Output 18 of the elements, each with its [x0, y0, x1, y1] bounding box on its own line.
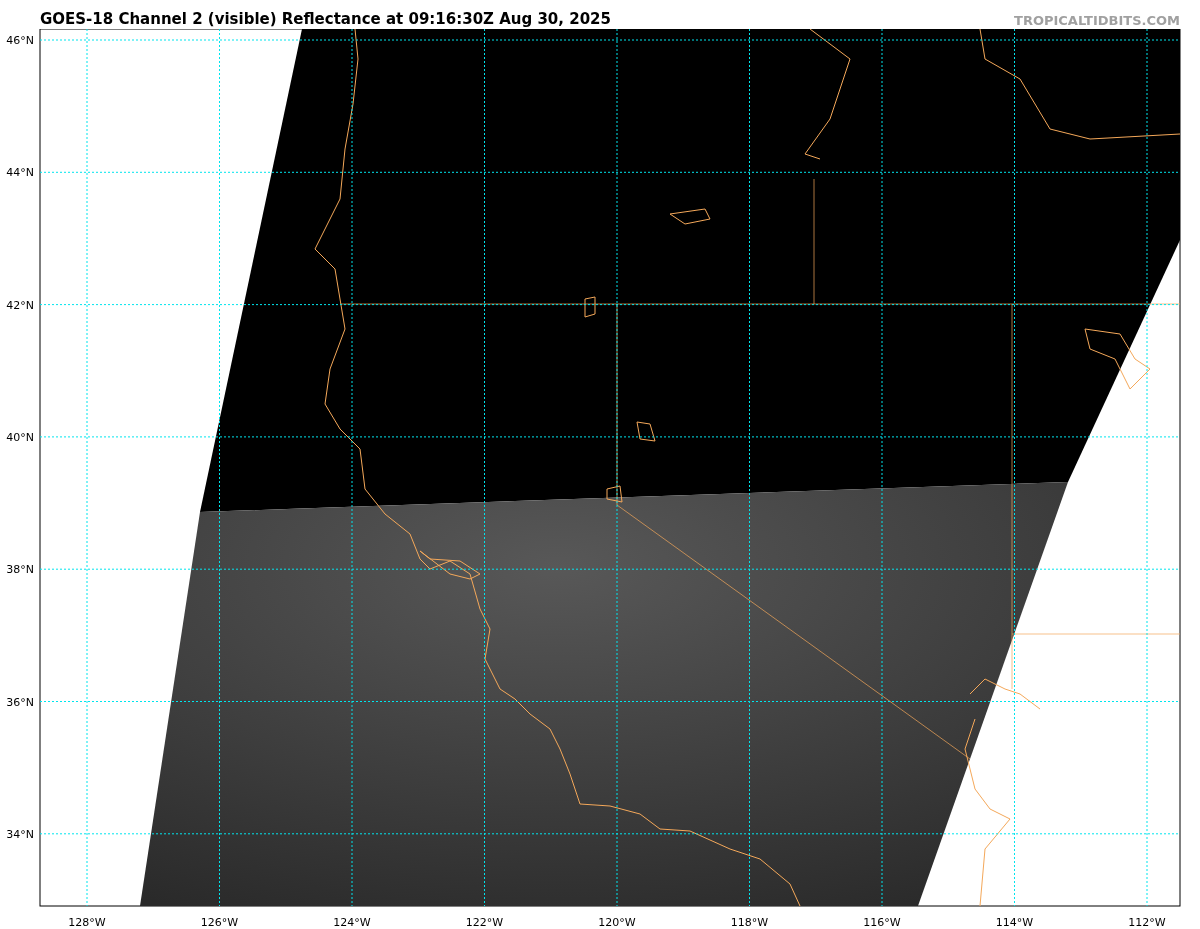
latitude-label: 36°N	[6, 695, 34, 709]
latitude-label: 46°N	[6, 34, 34, 47]
longitude-label: 122°W	[465, 916, 504, 929]
longitude-label: 124°W	[333, 916, 371, 929]
latitude-label: 38°N	[6, 563, 34, 577]
longitude-label: 126°W	[200, 916, 239, 929]
chart-title: GOES-18 Channel 2 (visible) Reflectance at 09:16:30Z Aug 30, 2025	[40, 12, 611, 27]
latitude-label: 42°N	[6, 298, 34, 312]
longitude-label: 112°W	[1128, 916, 1166, 929]
latitude-label: 40°N	[6, 430, 34, 444]
longitude-label: 114°W	[995, 916, 1034, 929]
longitude-label: 116°W	[863, 916, 901, 929]
longitude-label: 118°W	[730, 916, 769, 929]
latitude-label: 34°N	[6, 827, 34, 841]
source-credit: TROPICALTIDBITS.COM	[1014, 14, 1180, 27]
latitude-label: 44°N	[6, 166, 34, 180]
longitude-label: 128°W	[68, 916, 106, 929]
longitude-label: 120°W	[598, 916, 636, 929]
